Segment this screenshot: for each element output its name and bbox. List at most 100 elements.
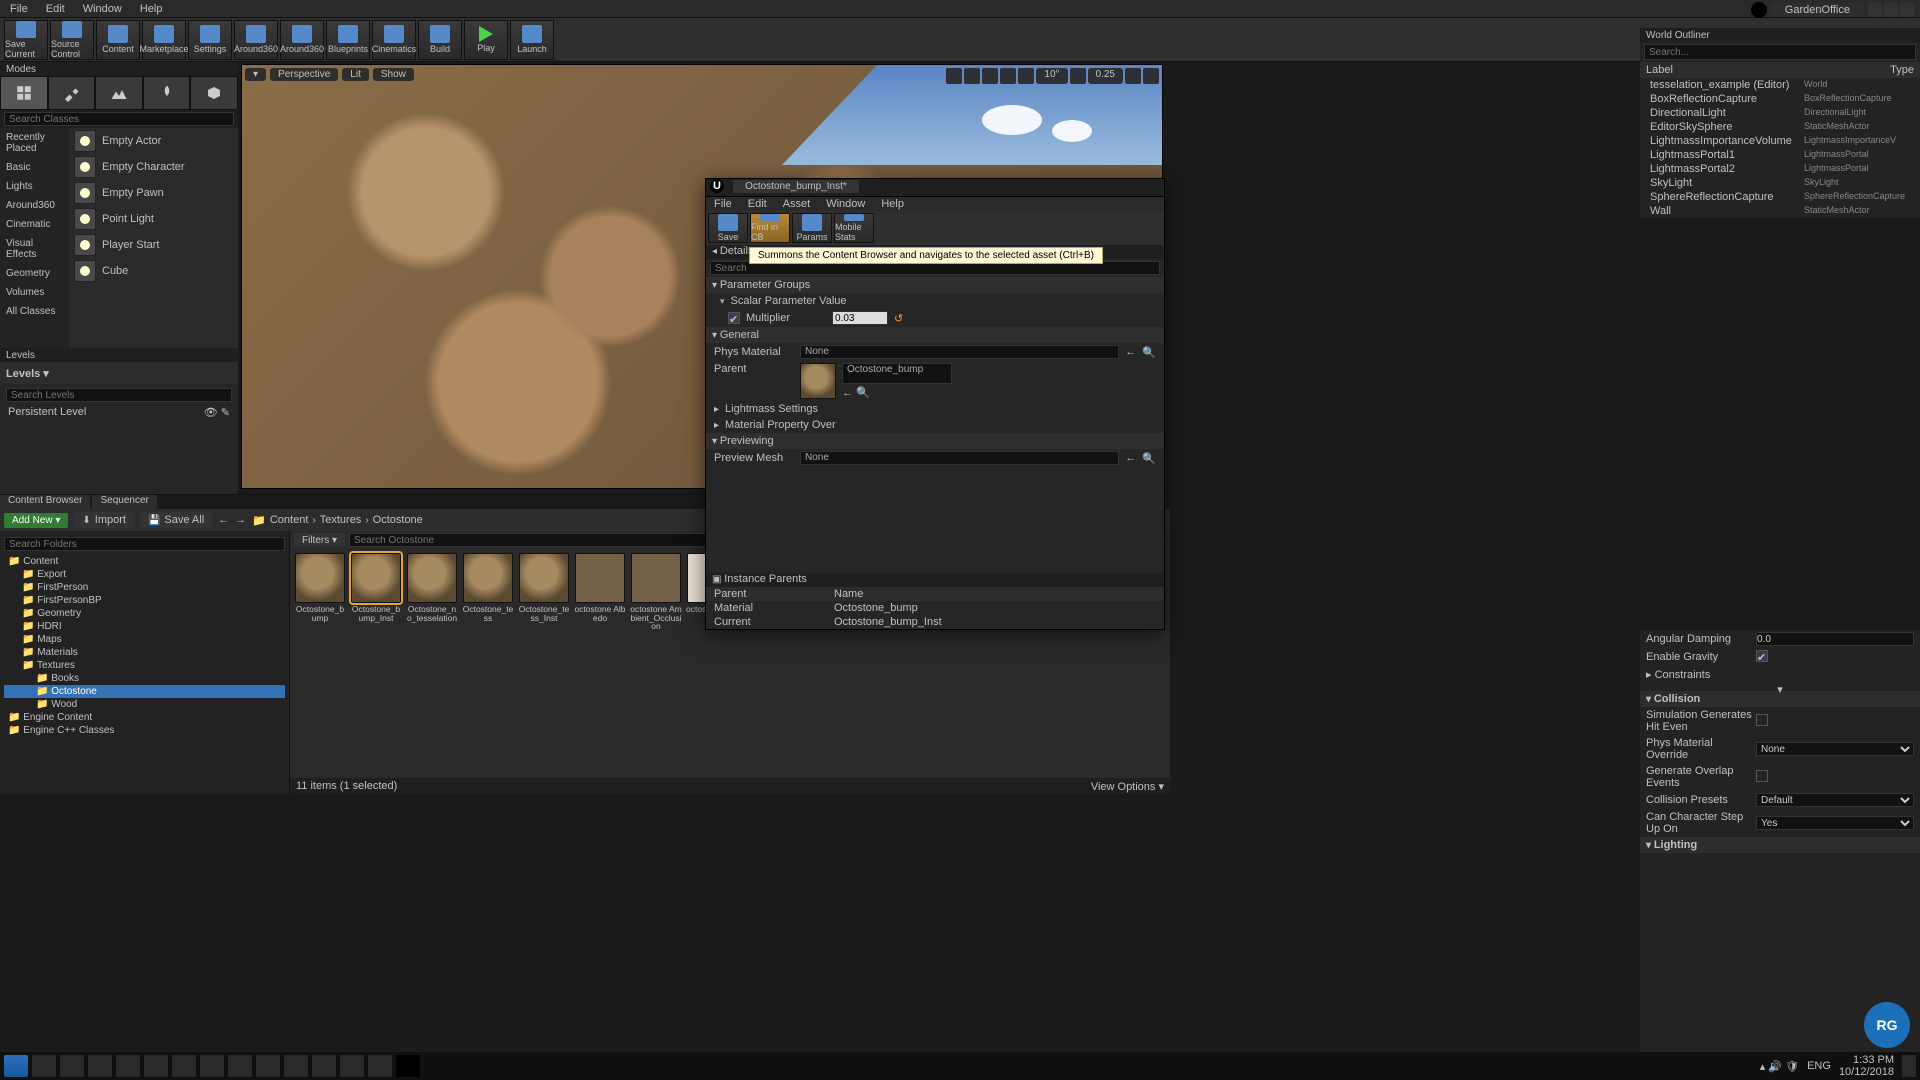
folder-wood[interactable]: 📁 Wood <box>4 698 285 711</box>
blueprints-button[interactable]: Blueprints <box>326 20 370 60</box>
inst-row[interactable]: Current Octostone_bump_Inst <box>706 615 1164 629</box>
preview-use-icon[interactable]: ← <box>1125 452 1136 464</box>
mi-params-button[interactable]: Params <box>792 213 832 243</box>
taskbar-app[interactable] <box>256 1055 280 1077</box>
tab-sequencer[interactable]: Sequencer <box>92 495 156 509</box>
folder-maps[interactable]: 📁 Maps <box>4 633 285 646</box>
outliner-col-type[interactable]: Type <box>1890 64 1914 76</box>
parent-use-icon[interactable]: ← <box>842 387 853 399</box>
parent-picker[interactable]: Octostone_bump <box>842 363 952 384</box>
category-recently-placed[interactable]: Recently Placed <box>0 128 70 158</box>
checkbox[interactable] <box>1756 770 1768 782</box>
taskbar-app[interactable] <box>116 1055 140 1077</box>
sec-lightmass[interactable]: ▸ Lightmass Settings <box>706 401 1164 417</box>
outliner-row[interactable]: tesselation_example (Editor)World <box>1640 78 1920 92</box>
mi-menu-help[interactable]: Help <box>881 198 904 210</box>
viewport-maximize[interactable] <box>1143 68 1159 84</box>
outliner-search-input[interactable] <box>1644 44 1916 60</box>
nav-fwd[interactable]: → <box>235 514 246 526</box>
actor-item[interactable]: Empty Pawn <box>70 180 238 206</box>
tray-lang[interactable]: ENG <box>1807 1060 1831 1072</box>
level-item[interactable]: Persistent Level 👁 ✎ <box>6 402 232 423</box>
snap-grid-val[interactable] <box>1000 68 1016 84</box>
taskbar-app[interactable] <box>88 1055 112 1077</box>
taskbar-app-unreal[interactable] <box>396 1055 420 1077</box>
folder-octostone[interactable]: 📁 Octostone <box>4 685 285 698</box>
asset-item[interactable]: Octostone_no_tesselation <box>406 553 458 622</box>
category-geometry[interactable]: Geometry <box>0 264 70 283</box>
folder-firstpersonbp[interactable]: 📁 FirstPersonBP <box>4 594 285 607</box>
folder-textures[interactable]: 📁 Textures <box>4 659 285 672</box>
asset-item[interactable]: Octostone_tess_Inst <box>518 553 570 622</box>
build-button[interactable]: Build <box>418 20 462 60</box>
asset-item[interactable]: octostone Albedo <box>574 553 626 622</box>
viewport-perspective[interactable]: Perspective <box>270 68 338 81</box>
picker[interactable]: Yes <box>1756 816 1914 830</box>
category-lights[interactable]: Lights <box>0 177 70 196</box>
tab-content-browser[interactable]: Content Browser <box>0 495 90 509</box>
actor-item[interactable]: Empty Actor <box>70 128 238 154</box>
sec-general[interactable]: ▾ General <box>706 327 1164 343</box>
snap-scale-val[interactable]: 0.25 <box>1088 68 1123 84</box>
snap-angle[interactable] <box>1018 68 1034 84</box>
asset-item[interactable]: octostone Ambient_Occlusion <box>630 553 682 631</box>
taskbar-app[interactable] <box>228 1055 252 1077</box>
close-button[interactable] <box>1900 3 1914 17</box>
outliner-row[interactable]: SphereReflectionCaptureSphereReflectionC… <box>1640 190 1920 204</box>
search-folders-input[interactable] <box>4 537 285 551</box>
show-desktop[interactable] <box>1902 1055 1916 1077</box>
category-volumes[interactable]: Volumes <box>0 283 70 302</box>
mi-menu-file[interactable]: File <box>714 198 732 210</box>
folder-content[interactable]: 📁 Content <box>4 555 285 568</box>
outliner-row[interactable]: BoxReflectionCaptureBoxReflectionCapture <box>1640 92 1920 106</box>
actor-item[interactable]: Empty Character <box>70 154 238 180</box>
search-classes-input[interactable] <box>4 112 234 126</box>
coord-space[interactable] <box>964 68 980 84</box>
modes-tab[interactable]: Modes <box>0 62 238 76</box>
folder-icon[interactable]: 📁 <box>252 514 266 527</box>
viewport-dropdown-icon[interactable]: ▾ <box>245 68 266 81</box>
category-cinematic[interactable]: Cinematic <box>0 215 70 234</box>
import-button[interactable]: ⬇ Import <box>74 512 134 528</box>
folder-geometry[interactable]: 📁 Geometry <box>4 607 285 620</box>
taskbar-app[interactable] <box>340 1055 364 1077</box>
tray-date[interactable]: 10/12/2018 <box>1839 1066 1894 1078</box>
mi-instance-parents-tab[interactable]: ▣ Instance Parents <box>706 573 1164 587</box>
camera-speed[interactable] <box>1125 68 1141 84</box>
folder-firstperson[interactable]: 📁 FirstPerson <box>4 581 285 594</box>
geometry-mode-tab[interactable] <box>190 76 238 110</box>
folder-hdri[interactable]: 📁 HDRI <box>4 620 285 633</box>
use-selected-icon[interactable]: ← <box>1125 346 1136 358</box>
category-basic[interactable]: Basic <box>0 158 70 177</box>
snap-scale[interactable] <box>1070 68 1086 84</box>
launch-button[interactable]: Launch <box>510 20 554 60</box>
search-icon[interactable] <box>32 1055 56 1077</box>
levels-dropdown[interactable]: Levels ▾ <box>6 367 49 380</box>
outliner-row[interactable]: LightmassPortal2LightmassPortal <box>1640 162 1920 176</box>
parent-thumbnail[interactable] <box>800 363 836 399</box>
category-around360[interactable]: Around360 <box>0 196 70 215</box>
tray-time[interactable]: 1:33 PM <box>1853 1054 1894 1066</box>
checkbox[interactable] <box>1756 714 1768 726</box>
cb-view-options[interactable]: View Options ▾ <box>1091 780 1164 793</box>
outliner-row[interactable]: DirectionalLightDirectionalLight <box>1640 106 1920 120</box>
mi-menu-asset[interactable]: Asset <box>783 198 811 210</box>
save-all-button[interactable]: 💾 Save All <box>140 512 212 528</box>
picker[interactable]: Default <box>1756 793 1914 807</box>
phys-material-picker[interactable]: None <box>800 345 1119 359</box>
outliner-row[interactable]: LightmassImportanceVolumeLightmassImport… <box>1640 134 1920 148</box>
sec-previewing[interactable]: ▾ Previewing <box>706 433 1164 449</box>
taskbar-app[interactable] <box>172 1055 196 1077</box>
folder-engine-c-classes[interactable]: 📁 Engine C++ Classes <box>4 724 285 737</box>
start-button[interactable] <box>4 1055 28 1077</box>
outliner-row[interactable]: LightmassPortal1LightmassPortal <box>1640 148 1920 162</box>
asset-item[interactable]: Octostone_tess <box>462 553 514 622</box>
asset-item[interactable]: Octostone_bump_Inst <box>350 553 402 622</box>
outliner-row[interactable]: EditorSkySphereStaticMeshActor <box>1640 120 1920 134</box>
snap-grid[interactable] <box>982 68 998 84</box>
parent-browse-icon[interactable]: 🔍 <box>856 387 870 399</box>
menu-help[interactable]: Help <box>140 3 163 15</box>
mi-mobile-button[interactable]: Mobile Stats <box>834 213 874 243</box>
angular-damping-input[interactable] <box>1756 632 1914 646</box>
viewport-show[interactable]: Show <box>373 68 414 81</box>
